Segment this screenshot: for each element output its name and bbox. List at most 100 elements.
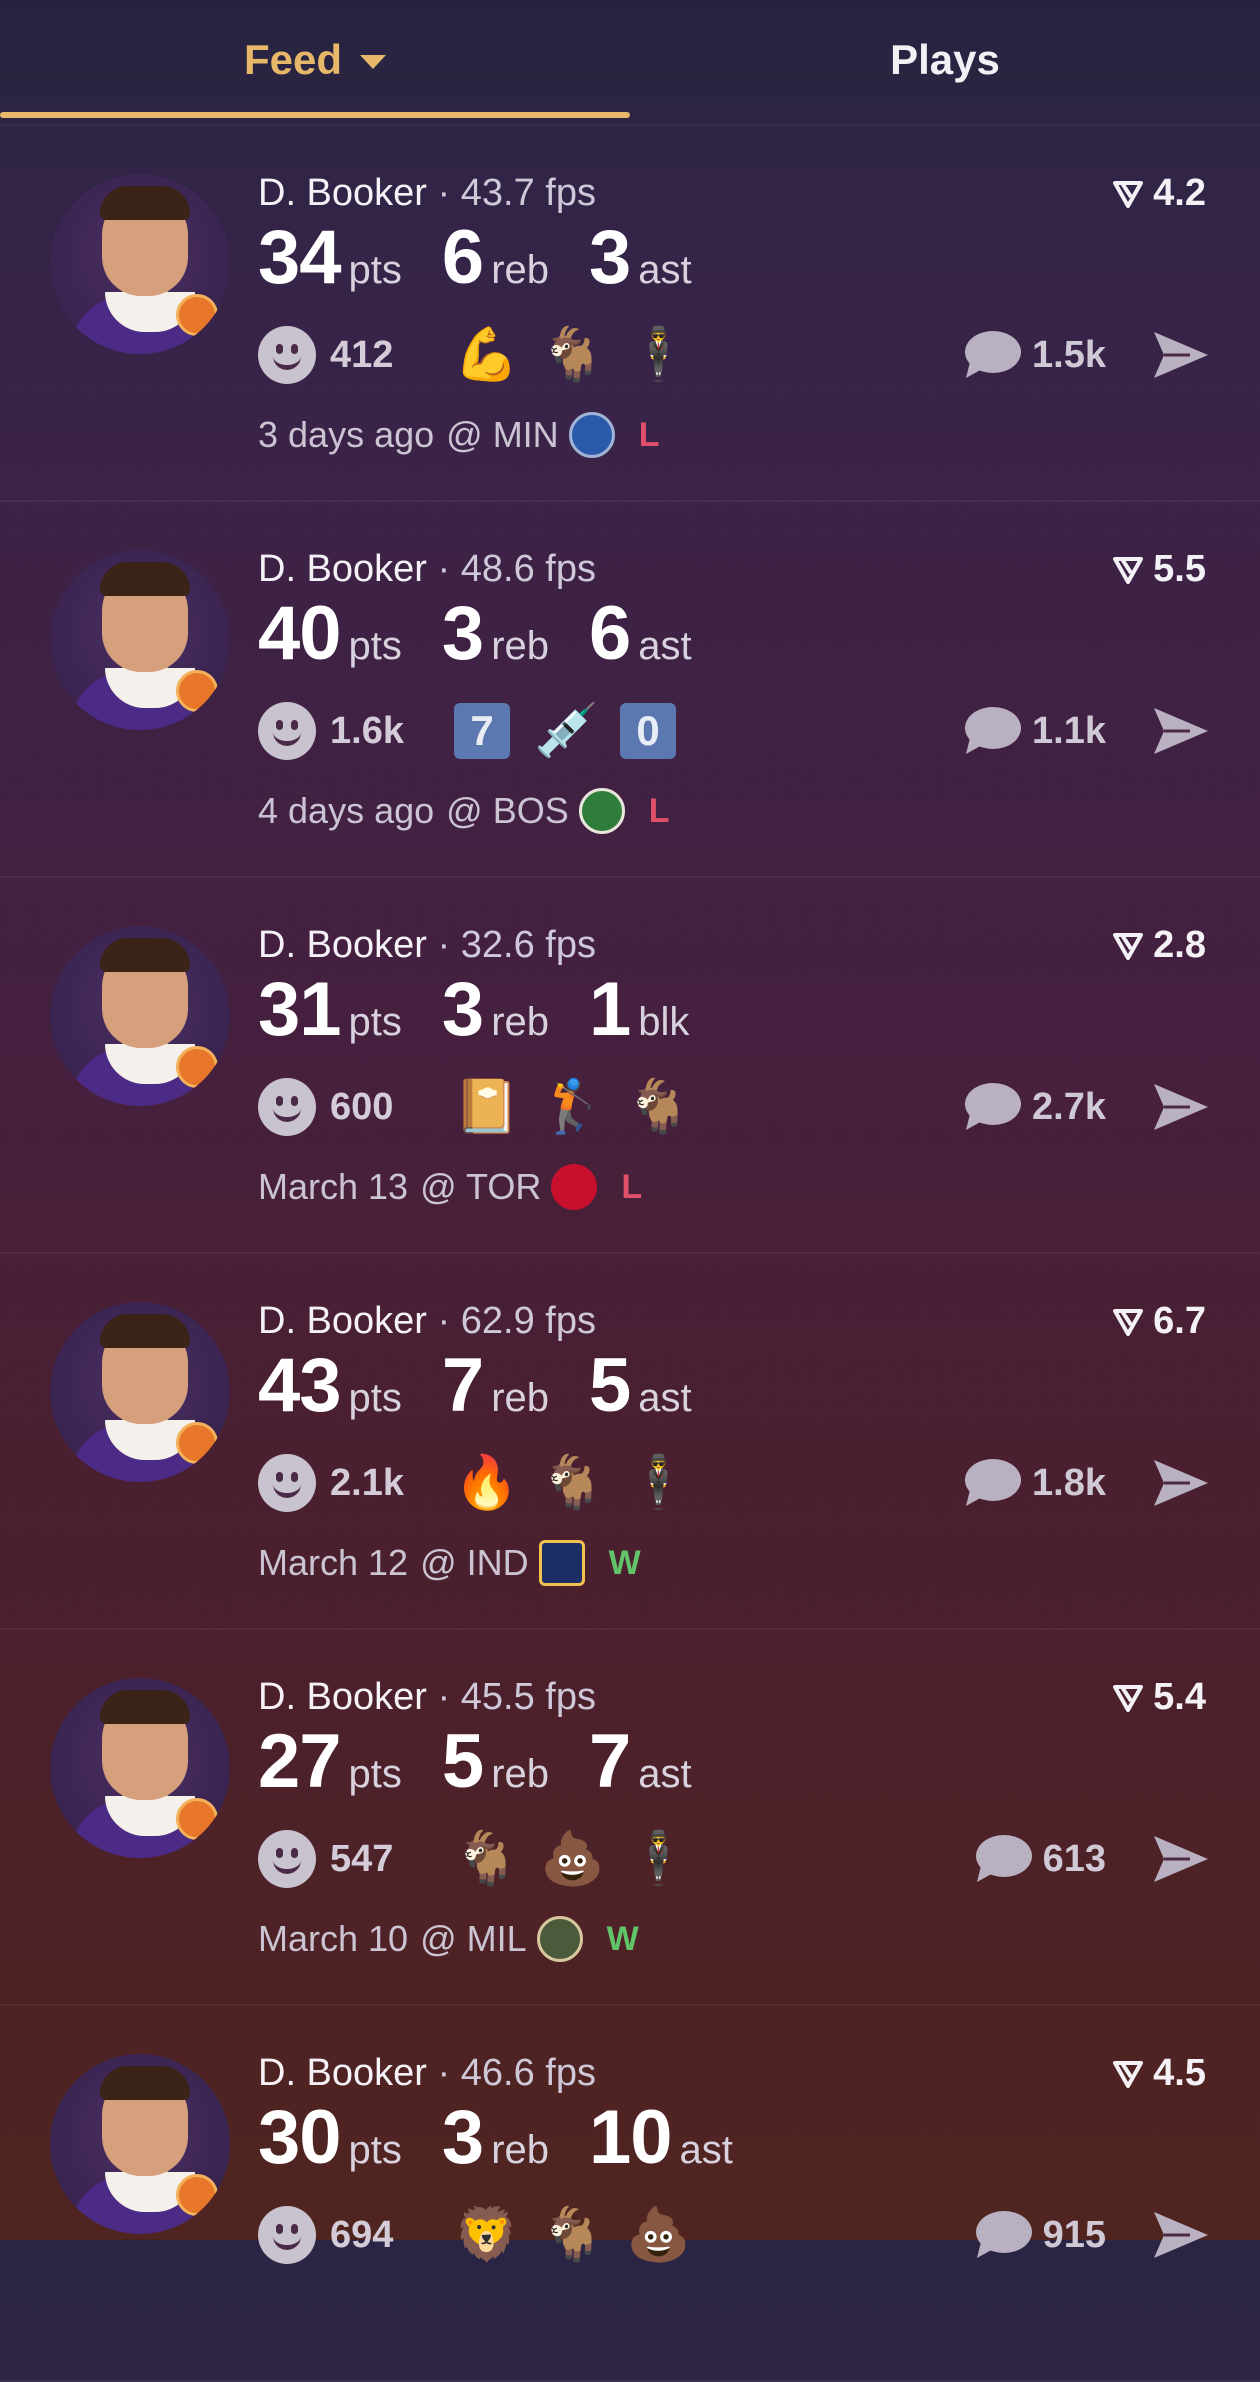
player-name[interactable]: D. Booker <box>258 1676 427 1718</box>
player-name[interactable]: D. Booker <box>258 548 427 590</box>
rating-score[interactable]: 6.7 <box>1113 1300 1206 1343</box>
reaction-count: 2.1k <box>330 1461 404 1504</box>
rating-value: 6.7 <box>1153 1300 1206 1342</box>
player-name[interactable]: D. Booker <box>258 2052 427 2094</box>
smiley-icon[interactable] <box>258 326 316 384</box>
reaction-emoji[interactable]: 💩 <box>540 1829 605 1889</box>
game-result: W <box>606 1919 639 1958</box>
feed-post[interactable]: D. Booker · 45.5 fps 5.4 27 pts 5 reb 7 ast 5… <box>0 1630 1260 2006</box>
reaction-emoji[interactable]: 📔 <box>454 1077 519 1137</box>
stat-label: reb <box>491 1000 549 1044</box>
game-info <box>258 2290 294 2340</box>
stat-label: pts <box>348 1376 402 1420</box>
reaction-emoji[interactable]: 💪 <box>454 325 519 385</box>
rating-score[interactable]: 4.5 <box>1113 2052 1206 2095</box>
reaction-emoji[interactable]: 🐐 <box>540 325 605 385</box>
avatar-hair <box>100 938 190 972</box>
game-result: L <box>638 415 660 454</box>
player-avatar[interactable] <box>50 1302 230 1482</box>
player-name[interactable]: D. Booker <box>258 1300 427 1342</box>
rating-score[interactable]: 4.2 <box>1113 172 1206 215</box>
opponent: @ TOR <box>420 1166 542 1207</box>
comment-bubble-icon[interactable] <box>962 1080 1022 1134</box>
reaction-emoji[interactable]: 💩 <box>626 2205 691 2265</box>
smiley-icon[interactable] <box>258 2206 316 2264</box>
player-avatar[interactable] <box>50 550 230 730</box>
comment-bubble-icon[interactable] <box>973 1832 1033 1886</box>
smiley-mouth <box>273 2236 301 2250</box>
reaction-emoji[interactable]: 🕴 <box>626 325 691 385</box>
number-badge-emoji[interactable]: 0 <box>620 703 676 759</box>
player-name[interactable]: D. Booker <box>258 924 427 966</box>
stat-pts: 34 pts <box>258 214 402 301</box>
reaction-count: 412 <box>330 333 394 376</box>
stat-pts: 27 pts <box>258 1718 402 1805</box>
stat-value: 3 <box>441 967 484 1052</box>
basketball-icon <box>176 670 218 712</box>
stat-pts: 43 pts <box>258 1342 402 1429</box>
send-icon[interactable] <box>1150 1832 1212 1886</box>
send-icon[interactable] <box>1150 704 1212 758</box>
player-avatar[interactable] <box>50 174 230 354</box>
stat-value: 31 <box>258 967 342 1052</box>
smiley-icon[interactable] <box>258 702 316 760</box>
basketball-icon <box>176 294 218 336</box>
send-icon[interactable] <box>1150 1080 1212 1134</box>
player-avatar[interactable] <box>50 2054 230 2234</box>
reaction-emoji[interactable]: 🔥 <box>454 1453 519 1513</box>
player-avatar[interactable] <box>50 926 230 1106</box>
player-name[interactable]: D. Booker <box>258 172 427 214</box>
stat-label: blk <box>638 1000 690 1044</box>
stat-label: reb <box>491 248 549 292</box>
rating-score[interactable]: 5.5 <box>1113 548 1206 591</box>
avatar-hair <box>100 2066 190 2100</box>
reaction-emoji[interactable]: 🐐 <box>540 1453 605 1513</box>
feed-post[interactable]: D. Booker · 62.9 fps 6.7 43 pts 7 reb 5 ast 2… <box>0 1254 1260 1630</box>
reaction-emoji[interactable]: 🦁 <box>454 2205 519 2265</box>
reaction-emoji[interactable]: 🕴 <box>626 1453 691 1513</box>
send-icon[interactable] <box>1150 2208 1212 2262</box>
rating-score[interactable]: 5.4 <box>1113 1676 1206 1719</box>
send-icon[interactable] <box>1150 1456 1212 1510</box>
feed-post[interactable]: D. Booker · 43.7 fps 4.2 34 pts 6 reb 3 ast 4… <box>0 126 1260 502</box>
opponent: @ MIL <box>420 1918 527 1959</box>
rating-score[interactable]: 2.8 <box>1113 924 1206 967</box>
smiley-icon[interactable] <box>258 1830 316 1888</box>
post-actions: 915 <box>973 2202 1212 2268</box>
player-avatar[interactable] <box>50 1678 230 1858</box>
stat-value: 3 <box>589 215 631 300</box>
tab-plays[interactable]: Plays <box>630 0 1260 120</box>
stat-value: 3 <box>441 2095 484 2180</box>
player-line: D. Booker · 48.6 fps <box>258 548 596 591</box>
rating-triangle-icon <box>1113 1308 1144 1336</box>
stat-label: pts <box>348 1000 402 1044</box>
stat-reb: 3 reb <box>442 590 549 677</box>
post-actions: 1.8k <box>962 1450 1212 1516</box>
stat-line: 31 pts 3 reb 1 blk <box>258 966 729 1053</box>
stat-line: 43 pts 7 reb 5 ast <box>258 1342 732 1429</box>
smiley-icon[interactable] <box>258 1078 316 1136</box>
comment-bubble-icon[interactable] <box>973 2208 1033 2262</box>
rating-triangle-icon <box>1113 2060 1144 2088</box>
tab-feed[interactable]: Feed <box>0 0 630 120</box>
comment-bubble-icon[interactable] <box>962 328 1022 382</box>
comment-bubble-icon[interactable] <box>962 1456 1022 1510</box>
reaction-emoji[interactable]: 🏌 <box>540 1077 605 1137</box>
stat-reb: 7 reb <box>442 1342 549 1429</box>
reaction-emoji[interactable]: 🐐 <box>454 1829 519 1889</box>
send-icon[interactable] <box>1150 328 1212 382</box>
reaction-emoji[interactable]: 🐐 <box>540 2205 605 2265</box>
feed-post[interactable]: D. Booker · 48.6 fps 5.5 40 pts 3 reb 6 ast 1… <box>0 502 1260 878</box>
stat-value: 43 <box>258 1343 342 1428</box>
reaction-emoji[interactable]: 🐐 <box>626 1077 691 1137</box>
comment-bubble-icon[interactable] <box>962 704 1022 758</box>
reaction-emoji[interactable]: 🕴 <box>626 1829 691 1889</box>
stat-value: 3 <box>441 591 484 676</box>
stat-label: pts <box>348 2128 402 2172</box>
player-line: D. Booker · 45.5 fps <box>258 1676 596 1719</box>
reaction-emoji[interactable]: 💉 <box>534 701 599 761</box>
number-badge-emoji[interactable]: 7 <box>454 703 510 759</box>
feed-post[interactable]: D. Booker · 32.6 fps 2.8 31 pts 3 reb 1 blk 6… <box>0 878 1260 1254</box>
smiley-icon[interactable] <box>258 1454 316 1512</box>
feed-post[interactable]: D. Booker · 46.6 fps 4.5 30 pts 3 reb 10 ast … <box>0 2006 1260 2382</box>
